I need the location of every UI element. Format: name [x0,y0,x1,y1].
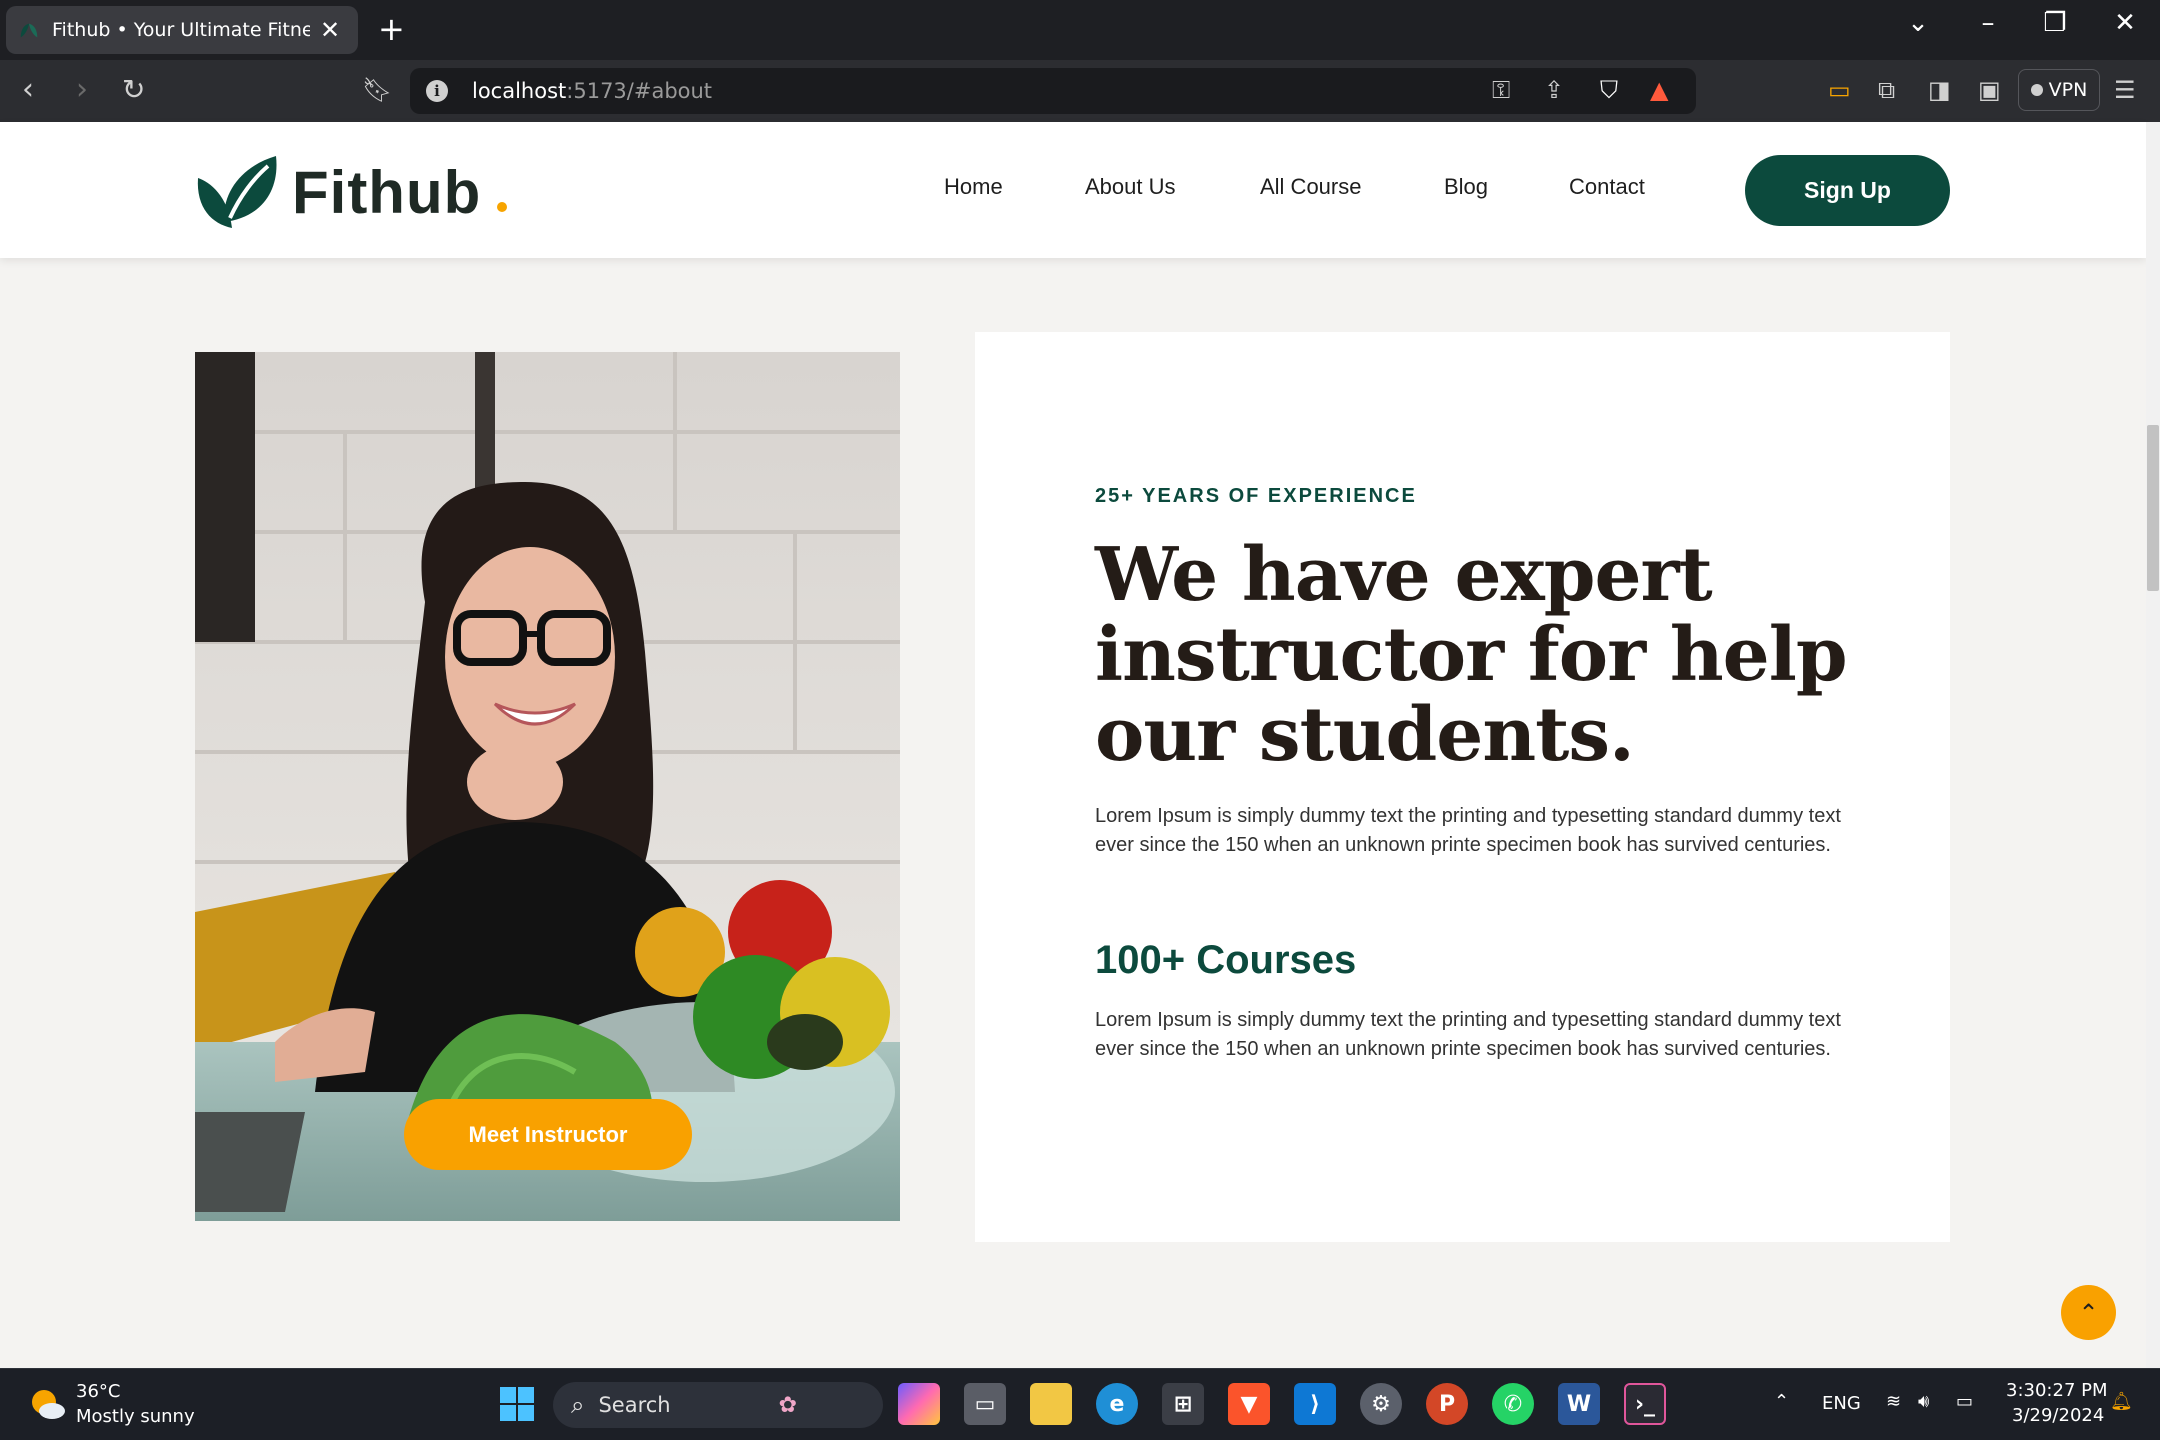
instructor-illustration [195,352,900,1221]
windows-taskbar: 36°C Mostly sunny ⌕ Search ✿ ▭ e ⊞ ▼ ⟩ ⚙… [0,1368,2160,1440]
menu-icon[interactable]: ☰ [2114,76,2136,104]
meet-instructor-button[interactable]: Meet Instructor [404,1099,692,1170]
clock-time[interactable]: 3:30:27 PM [2006,1380,2108,1401]
page-scrollbar[interactable] [2146,122,2160,1368]
taskbar-search-placeholder: Search [598,1393,671,1417]
nav-all-course[interactable]: All Course [1260,174,1361,200]
wifi-icon[interactable]: ≋ [1886,1391,1901,1412]
wallet-icon[interactable]: ▣ [1978,76,2001,104]
brave-shield-icon[interactable]: ⛉ [1600,76,1618,104]
page-scrollbar-thumb[interactable] [2147,425,2159,591]
courses-heading: 100+ Courses [1095,938,1357,982]
new-tab-icon[interactable]: + [378,12,405,46]
file-explorer-icon[interactable] [1030,1383,1072,1425]
start-windows-icon[interactable] [496,1383,538,1425]
extensions-icon[interactable]: ⧉ [1878,76,1895,104]
back-icon[interactable]: ‹ [22,74,34,106]
address-bar[interactable]: i localhost :5173/#about ⚿ ⇪ ⛉ ▲ [410,68,1696,114]
clock-date[interactable]: 3/29/2024 [2012,1405,2104,1426]
key-icon[interactable]: ⚿ [1492,76,1510,104]
leaf-logo-icon [197,156,277,228]
logo-dot [497,202,508,212]
notification-bell-icon[interactable]: 🔔︎ [2110,1391,2133,1412]
language-indicator[interactable]: ENG [1822,1393,1861,1414]
whatsapp-icon[interactable]: ✆ [1492,1383,1534,1425]
task-view-icon[interactable]: ▭ [964,1383,1006,1425]
browser-tab-bar: Fithub • Your Ultimate Fitness Co ✕ + ⌄ … [0,0,2160,60]
about-headline: We have expert instructor for help our s… [1095,532,1848,778]
microsoft-store-icon[interactable]: ⊞ [1162,1383,1204,1425]
settings-gear-icon[interactable]: ⚙ [1360,1383,1402,1425]
site-logo[interactable]: Fithub [194,152,508,232]
powerpoint-icon[interactable]: P [1426,1383,1468,1425]
about-paragraph-1: Lorem Ipsum is simply dummy text the pri… [1095,805,1841,856]
brave-browser-icon[interactable]: ▼ [1228,1383,1270,1425]
forward-icon[interactable]: › [76,74,88,106]
about-paragraph-2: Lorem Ipsum is simply dummy text the pri… [1095,1009,1841,1060]
instructor-photo [195,352,900,1221]
share-icon[interactable]: ⇪ [1544,76,1564,104]
vscode-icon[interactable]: ⟩ [1294,1383,1336,1425]
taskbar-search[interactable]: ⌕ Search ✿ [553,1382,883,1428]
tab-title: Fithub • Your Ultimate Fitness Co [52,19,310,41]
experience-eyebrow: 25+ YEARS OF EXPERIENCE [1095,485,1417,507]
nav-blog[interactable]: Blog [1444,174,1488,200]
site-header: Fithub Home About Us All Course Blog Con… [0,122,2146,258]
cherry-blossom-icon: ✿ [778,1392,798,1418]
reload-icon[interactable]: ↻ [122,74,145,106]
url-path: :5173/#about [566,79,713,103]
vpn-button[interactable]: VPN [2018,69,2100,111]
vpn-status-icon [2030,84,2043,96]
nav-home[interactable]: Home [944,174,1003,200]
site-info-icon[interactable]: i [426,80,448,102]
browser-tab[interactable]: Fithub • Your Ultimate Fitness Co ✕ [6,6,358,54]
minimize-icon[interactable]: – [1968,8,2008,38]
copilot-icon[interactable] [898,1383,940,1425]
sidebar-icon[interactable]: ◨ [1928,76,1951,104]
tray-expand-icon[interactable]: ⌃ [1774,1391,1789,1412]
scroll-to-top-button[interactable]: ⌃ [2061,1285,2116,1340]
url-host: localhost [472,79,567,103]
battery-icon[interactable]: ▭ [1956,1391,1973,1412]
browser-toolbar: ‹ › ↻ 🔖︎ i localhost :5173/#about ⚿ ⇪ ⛉ … [0,60,2160,122]
tab-close-icon[interactable]: ✕ [320,16,340,44]
tab-search-chevron-icon[interactable]: ⌄ [1898,8,1938,38]
weather-sunny-icon[interactable] [28,1387,66,1421]
sign-up-button[interactable]: Sign Up [1745,155,1950,226]
nav-about-us[interactable]: About Us [1085,174,1176,200]
bookmark-icon[interactable]: 🔖︎ [362,74,392,106]
weather-description: Mostly sunny [76,1406,195,1427]
chevron-up-icon: ⌃ [2078,1298,2099,1327]
close-window-icon[interactable]: ✕ [2105,8,2145,38]
cast-icon[interactable]: ▭ [1828,76,1851,104]
restore-icon[interactable]: ❐ [2035,8,2075,38]
volume-icon[interactable]: 🔊︎ [1918,1391,1929,1412]
vpn-label: VPN [2048,79,2088,101]
word-icon[interactable]: W [1558,1383,1600,1425]
nav-contact[interactable]: Contact [1569,174,1645,200]
about-card [975,332,1950,1242]
brave-rewards-icon[interactable]: ▲ [1650,76,1668,104]
search-icon: ⌕ [571,1391,585,1419]
weather-temperature: 36°C [76,1381,121,1402]
logo-text: Fithub [292,158,482,226]
terminal-icon[interactable]: ›_ [1624,1383,1666,1425]
edge-icon[interactable]: e [1096,1383,1138,1425]
fithub-favicon-icon [20,23,38,38]
